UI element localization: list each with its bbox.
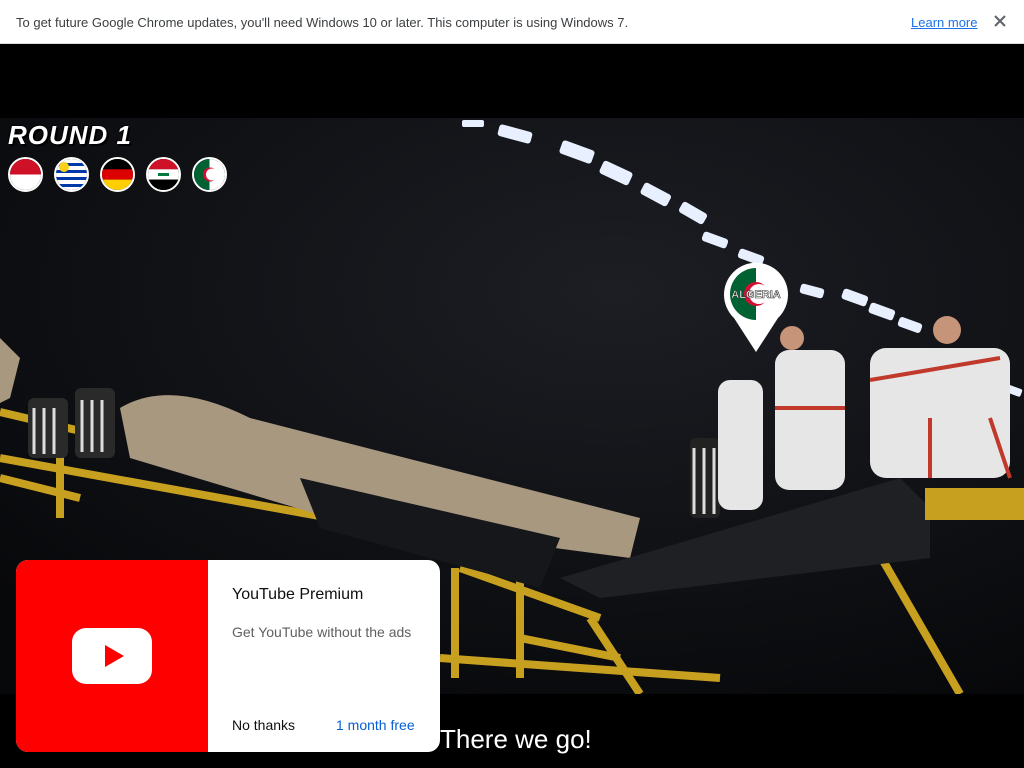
promo-content: YouTube Premium Get YouTube without the …: [208, 560, 440, 752]
algeria-flag-icon: [192, 157, 227, 192]
algeria-pin-icon: ALGERIA: [722, 262, 790, 359]
play-icon: [105, 645, 124, 667]
promo-title: YouTube Premium: [232, 586, 364, 603]
video-subtitle: There we go!: [440, 724, 592, 754]
premium-promo-card: YouTube Premium Get YouTube without the …: [16, 560, 440, 752]
learn-more-link[interactable]: Learn more: [911, 15, 977, 30]
promo-description: Get YouTube without the ads: [232, 624, 412, 640]
close-icon[interactable]: [990, 11, 1010, 31]
no-thanks-button[interactable]: No thanks: [232, 717, 295, 733]
indonesia-flag-icon: [8, 157, 43, 192]
round-label: ROUND 1: [8, 120, 133, 150]
iraq-flag-icon: [146, 157, 181, 192]
infobar-message: To get future Google Chrome updates, you…: [16, 15, 629, 30]
update-infobar: To get future Google Chrome updates, you…: [0, 0, 1024, 44]
germany-flag-icon: [100, 157, 135, 192]
youtube-logo-icon: [72, 628, 152, 684]
month-free-button[interactable]: 1 month free: [336, 717, 415, 733]
country-flags: [8, 157, 227, 192]
uruguay-flag-icon: [54, 157, 89, 192]
promo-brand-panel: [16, 560, 208, 752]
pin-label: ALGERIA: [731, 289, 781, 301]
